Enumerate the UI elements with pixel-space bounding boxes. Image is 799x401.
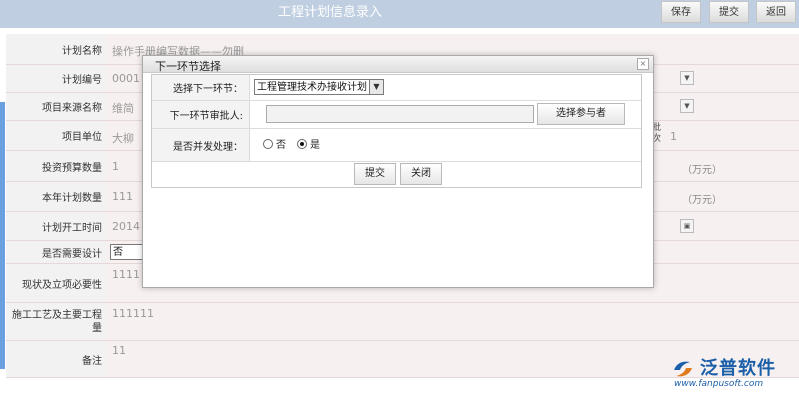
dialog-submit-button[interactable]: 提交 xyxy=(354,163,396,185)
brand-url: www.fanpusoft.com xyxy=(674,379,764,389)
dialog-form: 选择下一环节： 工程管理技术办接收计划 ▼ 下一环节审批人: 选择参与者 是否并… xyxy=(151,74,642,188)
radio-no[interactable] xyxy=(263,139,273,149)
modal-overlay: 下一环节选择 × 选择下一环节： 工程管理技术办接收计划 ▼ 下一环节审批人: … xyxy=(0,0,799,401)
radio-yes[interactable] xyxy=(297,139,307,149)
parallel-label: 是否并发处理： xyxy=(152,129,250,161)
brand-name: 泛普软件 xyxy=(700,358,776,379)
radio-no-label: 否 xyxy=(276,140,286,151)
dialog-header: 下一环节选择 × xyxy=(143,56,653,73)
radio-yes-label: 是 xyxy=(310,140,320,151)
next-step-value: 工程管理技术办接收计划 xyxy=(257,82,367,93)
brand-logo: 泛普软件 www.fanpusoft.com xyxy=(670,354,798,394)
approver-input[interactable] xyxy=(266,105,534,123)
dialog-close-button[interactable]: 关闭 xyxy=(400,163,442,185)
next-step-select[interactable]: 工程管理技术办接收计划 ▼ xyxy=(254,79,384,95)
approver-label: 下一环节审批人: xyxy=(152,101,250,128)
dialog-title: 下一环节选择 xyxy=(155,60,221,73)
next-step-dialog: 下一环节选择 × 选择下一环节： 工程管理技术办接收计划 ▼ 下一环节审批人: … xyxy=(142,55,654,288)
parallel-row: 是否并发处理： 否 是 xyxy=(152,129,641,162)
chevron-down-icon[interactable]: ▼ xyxy=(369,80,383,94)
next-step-row: 选择下一环节： 工程管理技术办接收计划 ▼ xyxy=(152,75,641,101)
close-icon[interactable]: × xyxy=(637,58,649,70)
approver-row: 下一环节审批人: 选择参与者 xyxy=(152,101,641,129)
choose-participant-button[interactable]: 选择参与者 xyxy=(537,103,625,125)
next-step-label: 选择下一环节： xyxy=(152,75,250,100)
